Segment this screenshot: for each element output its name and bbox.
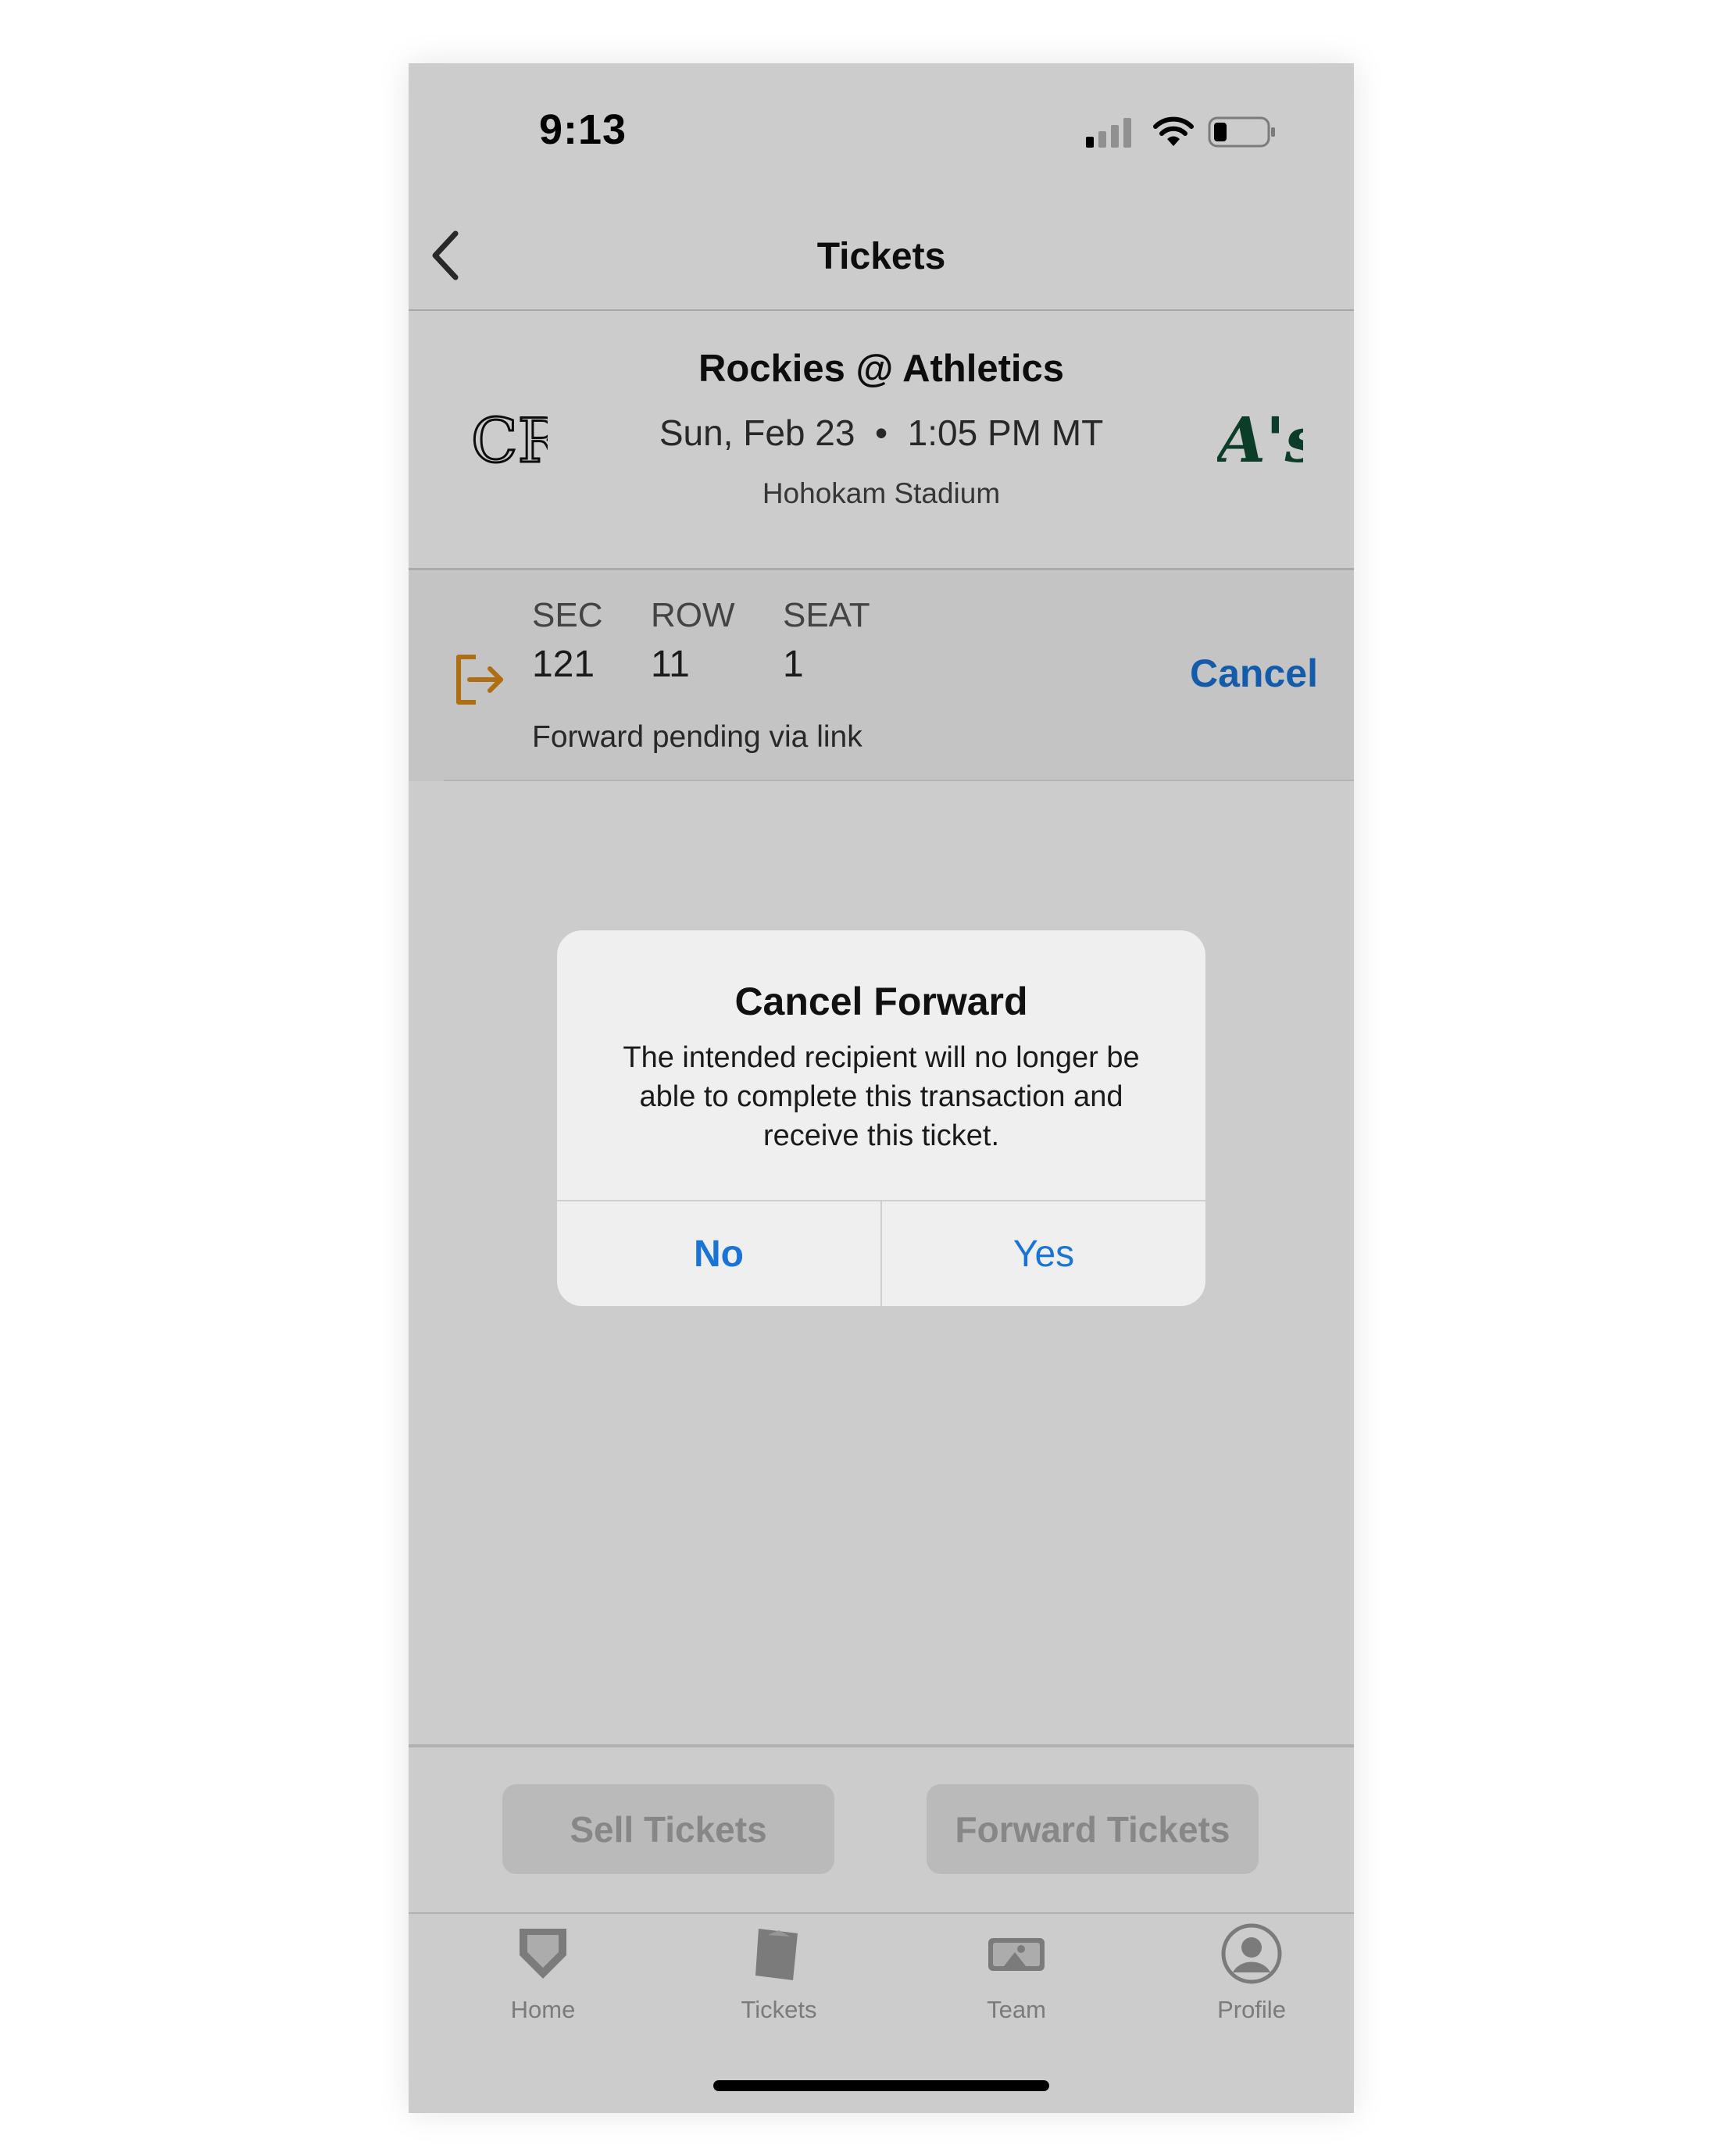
cancel-forward-dialog: Cancel Forward The intended recipient wi… — [557, 930, 1205, 1306]
dialog-yes-button[interactable]: Yes — [882, 1201, 1205, 1306]
phone-screen: 9:13 Tickets CR Rockies @ Athletics Sun,… — [409, 63, 1354, 2113]
dialog-message: The intended recipient will no longer be… — [623, 1041, 1140, 1152]
dialog-title: Cancel Forward — [734, 980, 1028, 1023]
dialog-no-button[interactable]: No — [557, 1201, 880, 1306]
home-indicator — [713, 2080, 1049, 2091]
